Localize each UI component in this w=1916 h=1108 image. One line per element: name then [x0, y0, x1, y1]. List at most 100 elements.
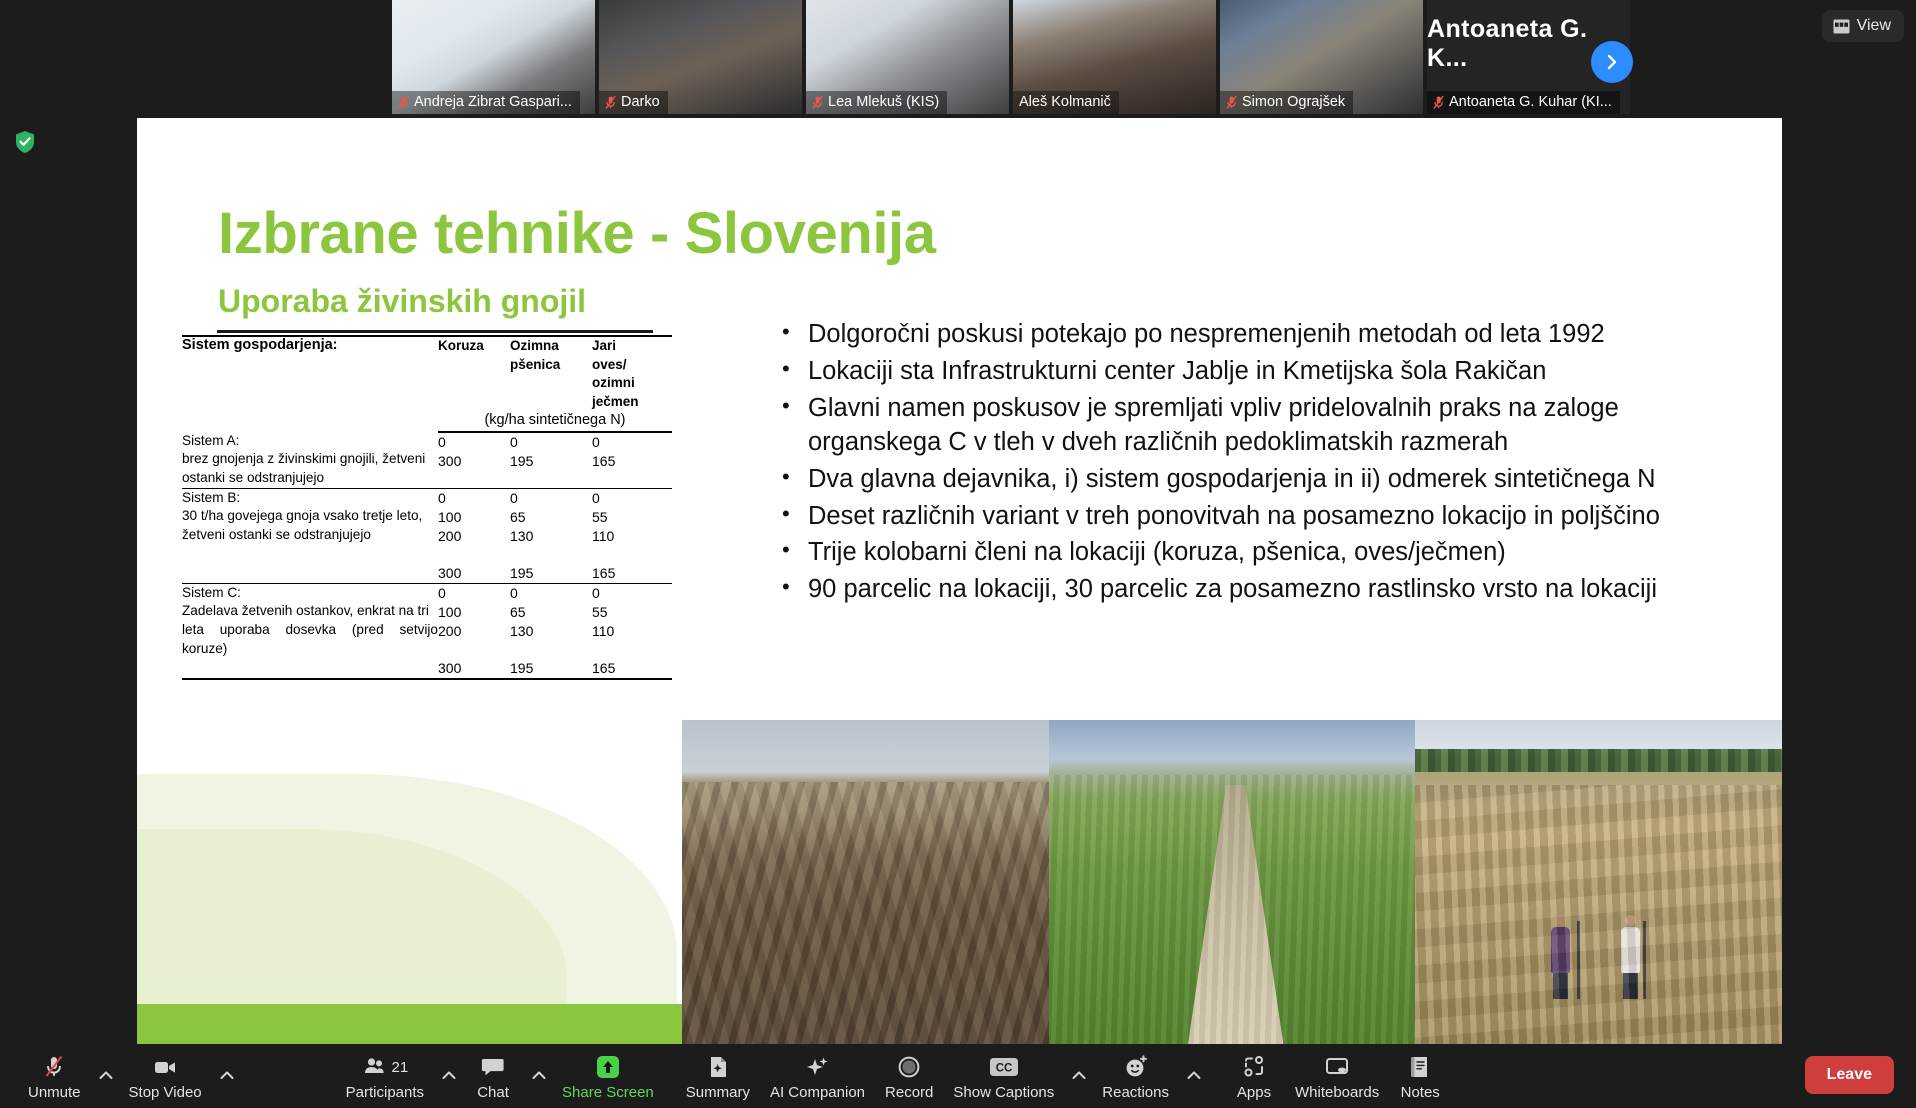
apps-icon [1241, 1053, 1267, 1081]
table-row-desc-line-0: brez gnojenja z živinskimi gnojili, žetv… [182, 450, 426, 466]
toolbar-caret-show-captions[interactable] [1066, 1049, 1092, 1101]
video-tile-2[interactable]: Darko [599, 0, 802, 114]
toolbar-caret-reactions[interactable] [1181, 1049, 1207, 1101]
toolbar-button-reactions[interactable]: Reactions [1092, 1049, 1179, 1103]
toolbar-button-ai-companion[interactable]: AI Companion [760, 1049, 875, 1103]
leave-button[interactable]: Leave [1804, 1056, 1894, 1094]
table-col-oves: 0 55 110 165 [592, 583, 672, 679]
toolbar-button-show-captions[interactable]: CC Show Captions [943, 1049, 1064, 1103]
encryption-shield-badge[interactable] [14, 130, 36, 154]
table-header-label: Sistem gospodarjenja: [182, 335, 438, 412]
toolbar-caret-stop-video[interactable] [214, 1049, 240, 1101]
toolbar-button-share-screen[interactable]: Share Screen [552, 1049, 664, 1103]
whiteboard-icon [1326, 1058, 1349, 1074]
microphone-muted-icon [605, 95, 616, 109]
table-cell-oves-0-1: 165 [592, 452, 616, 469]
microphone-muted-icon [812, 95, 823, 109]
table-row-desc-line-1: leta uporaba dosevka (pred setvijo koruz… [182, 622, 438, 656]
shield-check-icon [16, 131, 34, 153]
toolbar-caret-unmute[interactable] [93, 1049, 119, 1101]
toolbar-button-summary[interactable]: Summary [676, 1049, 760, 1103]
toolbar-label-participants: Participants [345, 1084, 425, 1101]
participant-name-label: Simon Ograjšek [1220, 91, 1354, 114]
smiley-plus-icon [1126, 1055, 1147, 1077]
photo-researchers-stubble-field [1415, 720, 1782, 1044]
tree-line-decoration [1415, 749, 1782, 772]
table-cell-psenica-1-0: 0 [510, 489, 518, 506]
participant-count: 21 [391, 1058, 409, 1076]
participant-name-label: Aleš Kolmanič [1013, 91, 1119, 114]
notes-icon [1411, 1057, 1428, 1077]
whiteboard-icon [1324, 1053, 1350, 1081]
table-cell-oves-2-3: 165 [592, 659, 616, 676]
participant-video-strip: Andreja Zibrat Gaspari... Darko Lea Mlek… [0, 0, 1916, 118]
toolbar-button-record[interactable]: Record [875, 1049, 943, 1103]
toolbar-button-participants[interactable]: 21 Participants [336, 1049, 434, 1103]
document-sparkle-icon [705, 1053, 731, 1081]
zoom-meeting-window: Andreja Zibrat Gaspari... Darko Lea Mlek… [0, 0, 1916, 1108]
video-tile-3[interactable]: Lea Mlekuš (KIS) [806, 0, 1009, 114]
participant-name-label: Andreja Zibrat Gaspari... [392, 91, 580, 114]
next-participants-button[interactable] [1591, 41, 1633, 83]
chevron-up-icon [220, 1071, 234, 1079]
speech-bubble-icon [481, 1059, 504, 1076]
participant-name-label: Antoaneta G. Kuhar (KI... [1427, 91, 1620, 114]
table-cell-koruza-1-1: 100 [438, 508, 462, 525]
video-camera-icon [155, 1062, 176, 1073]
chevron-up-icon [1072, 1071, 1086, 1079]
table-cell-psenica-1-2: 130 [510, 527, 534, 544]
apps-icon [1244, 1056, 1263, 1077]
toolbar-label-show-captions: Show Captions [953, 1084, 1055, 1101]
video-tile-1[interactable]: Andreja Zibrat Gaspari... [392, 0, 595, 114]
video-tile-4[interactable]: Aleš Kolmanič [1013, 0, 1216, 114]
table-cell-koruza-2-0: 0 [438, 584, 446, 601]
smiley-plus-icon [1123, 1053, 1149, 1081]
notes-icon [1407, 1053, 1433, 1081]
grid-view-icon [1833, 19, 1850, 33]
table-col-oves: 0 165 [592, 432, 672, 489]
toolbar-label-notes: Notes [1400, 1084, 1440, 1101]
table-cell-koruza-0-0: 0 [438, 433, 446, 450]
participant-name-text: Lea Mlekuš (KIS) [828, 94, 940, 110]
toolbar-button-notes[interactable]: Notes [1389, 1049, 1451, 1103]
sparkle-icon [807, 1057, 828, 1075]
toolbar-button-chat[interactable]: Chat [462, 1049, 524, 1103]
participant-name-label: Darko [599, 91, 668, 114]
table-cell-koruza-2-3: 300 [438, 659, 462, 676]
chevron-right-icon [1607, 54, 1617, 70]
cc-icon: CC [989, 1053, 1019, 1081]
table-cell-koruza-1-2: 200 [438, 527, 462, 544]
slide-subtitle: Uporaba živinskih gnojil [218, 283, 587, 319]
toolbar-button-unmute[interactable]: Unmute [18, 1049, 91, 1103]
measuring-pole-right [1642, 920, 1646, 999]
toolbar-label-record: Record [885, 1084, 934, 1101]
view-button-label: View [1856, 17, 1891, 34]
record-circle-icon [896, 1053, 922, 1081]
toolbar-button-whiteboards[interactable]: Whiteboards [1285, 1049, 1389, 1103]
participant-name-text: Darko [621, 94, 660, 110]
toolbar-button-apps[interactable]: Apps [1223, 1049, 1285, 1103]
view-button[interactable]: View [1821, 10, 1904, 42]
photo-ploughed-field [682, 720, 1049, 1044]
toolbar-label-share-screen: Share Screen [562, 1084, 654, 1101]
photo-wheat-field-path [1048, 720, 1416, 1044]
people-icon [364, 1058, 384, 1073]
table-cell-oves-2-2: 110 [592, 622, 615, 639]
table-row-desc-line-0: Zadelava žetvenih ostankov, enkrat na tr… [182, 602, 429, 618]
table-col-psenica: 0 65 130 195 [510, 583, 592, 679]
chevron-up-icon [1187, 1071, 1201, 1079]
participant-name-text: Andreja Zibrat Gaspari... [414, 94, 572, 110]
toolbar-caret-participants[interactable] [436, 1049, 462, 1101]
toolbar-label-summary: Summary [685, 1084, 750, 1101]
microphone-muted-icon [45, 1055, 63, 1077]
slide-subtitle-rule [217, 330, 653, 333]
table-cell-psenica-0-0: 0 [510, 433, 518, 450]
table-col-psenica: 0 65 130 195 [510, 488, 592, 583]
toolbar-caret-chat[interactable] [526, 1049, 552, 1101]
table-cell-psenica-2-0: 0 [510, 584, 518, 601]
table-cell-oves-1-2: 110 [592, 527, 615, 544]
table-column-header-1: Ozimna pšenica [510, 335, 592, 412]
video-tile-5[interactable]: Simon Ograjšek [1220, 0, 1423, 114]
chevron-up-icon [442, 1071, 456, 1079]
toolbar-button-stop-video[interactable]: Stop Video [119, 1049, 212, 1103]
